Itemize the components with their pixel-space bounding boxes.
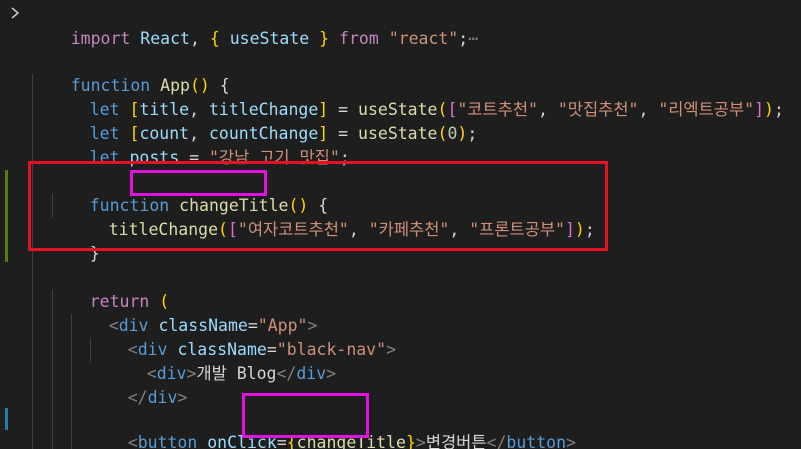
code-line-3: function App() { — [70, 76, 230, 95]
magenta-highlight-box — [242, 393, 369, 438]
code-line-16: </div> — [127, 388, 188, 407]
code-line-4: let [title, titleChange] = useState(["코트… — [89, 100, 784, 119]
gutter-change-marker — [5, 408, 8, 430]
token-keyword: from — [339, 29, 379, 48]
magenta-highlight-box — [130, 170, 267, 196]
folded-ellipsis[interactable]: ⋯ — [468, 29, 478, 48]
code-line-6: let posts = "강남 고기 맛집"; — [89, 148, 350, 167]
chevron-right-icon[interactable] — [9, 6, 23, 20]
token-identifier: useState — [229, 29, 310, 48]
code-line-1: import React, { useState } from "react";… — [70, 29, 479, 48]
code-editor[interactable]: import React, { useState } from "react";… — [0, 0, 801, 449]
code-line-14: <div className="black-nav"> — [127, 340, 396, 359]
indent-guide — [32, 74, 33, 449]
code-line-13: <div className="App"> — [108, 316, 318, 335]
code-line-5: let [count, countChange] = useState(0); — [89, 124, 478, 143]
token-string: "react" — [388, 29, 459, 48]
code-line-15: <div>개발 Blog</div> — [146, 364, 337, 383]
code-line-12: return ( — [89, 292, 170, 311]
token-keyword: import — [70, 29, 131, 48]
token-identifier: React — [140, 29, 190, 48]
gutter-change-marker — [5, 170, 8, 262]
red-highlight-box — [28, 161, 608, 251]
